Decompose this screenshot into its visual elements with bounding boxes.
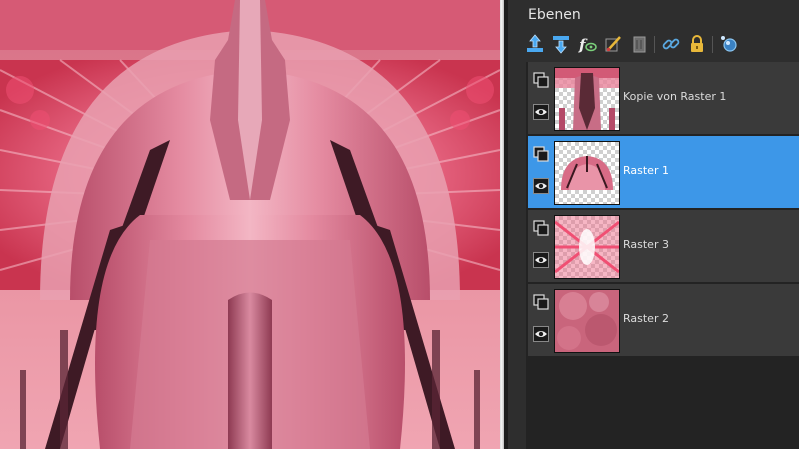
image-canvas[interactable] bbox=[0, 0, 500, 449]
new-raster-layer-icon bbox=[527, 34, 543, 52]
layer-group-toggle[interactable] bbox=[533, 146, 549, 162]
layer-name: Raster 3 bbox=[623, 238, 669, 251]
layer-properties-button[interactable] bbox=[718, 33, 740, 55]
layer-visibility-toggle[interactable] bbox=[533, 104, 549, 120]
layer-name: Kopie von Raster 1 bbox=[623, 90, 727, 103]
link-icon bbox=[662, 38, 680, 50]
toolbar-separator bbox=[712, 36, 713, 53]
layer-effects-icon: f bbox=[578, 36, 597, 54]
layer-thumbnail bbox=[554, 67, 620, 131]
lock-icon bbox=[691, 35, 703, 52]
layers-toolbar: f bbox=[520, 33, 790, 57]
layer-thumbnail bbox=[554, 141, 620, 205]
layer-effects-button[interactable]: f bbox=[576, 33, 598, 55]
layer-thumbnail bbox=[554, 289, 620, 353]
layer-properties-icon bbox=[721, 36, 737, 52]
layer-row-raster-2[interactable]: Raster 2 bbox=[528, 284, 799, 356]
eye-icon bbox=[533, 104, 549, 120]
brush-mask-icon bbox=[605, 36, 621, 52]
layer-thumbnail-image bbox=[555, 68, 619, 130]
layer-row-raster-3[interactable]: Raster 3 bbox=[528, 210, 799, 282]
merge-down-button[interactable] bbox=[550, 33, 572, 55]
delete-layer-button[interactable] bbox=[628, 33, 650, 55]
artwork bbox=[0, 0, 500, 449]
merge-down-icon bbox=[553, 36, 569, 54]
lock-layer-button[interactable] bbox=[686, 33, 708, 55]
layer-group-icon bbox=[533, 220, 549, 236]
layer-group-toggle[interactable] bbox=[533, 72, 549, 88]
layer-thumbnail-image bbox=[555, 216, 619, 278]
layer-visibility-toggle[interactable] bbox=[533, 326, 549, 342]
eye-icon bbox=[533, 252, 549, 268]
link-layers-button[interactable] bbox=[660, 33, 682, 55]
layer-group-icon bbox=[533, 72, 549, 88]
layer-group-icon bbox=[533, 146, 549, 162]
layer-visibility-toggle[interactable] bbox=[533, 252, 549, 268]
eye-icon bbox=[533, 326, 549, 342]
layer-thumbnail-image bbox=[555, 290, 619, 352]
panel-header: Ebenen bbox=[508, 0, 799, 28]
layers-list[interactable]: Kopie von Raster 1 Raster 1 Raster 3 Ras… bbox=[526, 62, 799, 449]
toolbar-separator bbox=[654, 36, 655, 53]
new-raster-layer-button[interactable] bbox=[524, 33, 546, 55]
layer-group-toggle[interactable] bbox=[533, 294, 549, 310]
layer-visibility-toggle[interactable] bbox=[533, 178, 549, 194]
layer-name: Raster 1 bbox=[623, 164, 669, 177]
layer-group-icon bbox=[533, 294, 549, 310]
layer-row-kopie-von-raster-1[interactable]: Kopie von Raster 1 bbox=[528, 62, 799, 134]
eye-icon bbox=[533, 178, 549, 194]
layer-thumbnail-image bbox=[561, 156, 613, 190]
layer-name: Raster 2 bbox=[623, 312, 669, 325]
brush-mask-button[interactable] bbox=[602, 33, 624, 55]
layer-group-toggle[interactable] bbox=[533, 220, 549, 236]
layers-panel: Ebenen f Kopie von Raster 1 Raster 1 Ras… bbox=[508, 0, 799, 449]
delete-layer-icon bbox=[633, 36, 646, 53]
layer-row-raster-1[interactable]: Raster 1 bbox=[528, 136, 799, 208]
panel-title: Ebenen bbox=[528, 7, 581, 23]
layer-thumbnail bbox=[554, 215, 620, 279]
